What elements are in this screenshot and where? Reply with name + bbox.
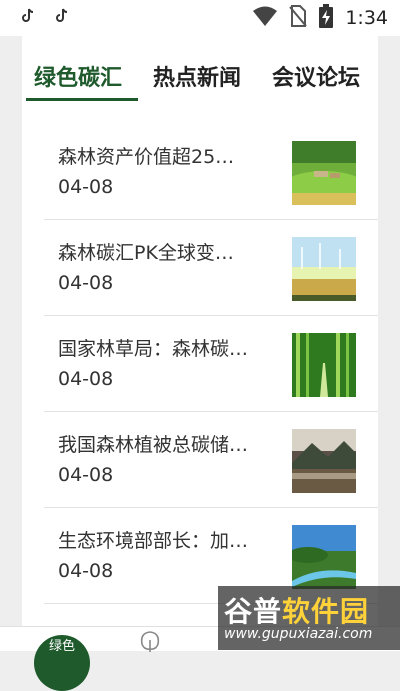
list-item[interactable]: 国家林草局：森林碳… 04-08 bbox=[44, 316, 378, 412]
news-thumbnail bbox=[292, 237, 356, 301]
news-date: 04-08 bbox=[58, 368, 114, 390]
tab-conference-forum[interactable]: 会议论坛 bbox=[272, 60, 360, 92]
status-bar: 1:34 bbox=[0, 0, 400, 36]
news-title: 森林碳汇PK全球变… bbox=[58, 242, 234, 264]
tiktok-icon bbox=[20, 8, 36, 28]
list-item[interactable]: 我国森林植被总碳储… 04-08 bbox=[44, 412, 378, 508]
watermark-logo-accent: 软件园 bbox=[282, 595, 370, 628]
news-title: 森林资产价值超25… bbox=[58, 146, 235, 168]
list-item[interactable]: 森林碳汇PK全球变… 04-08 bbox=[44, 220, 378, 316]
nav-home-button[interactable]: 绿色 bbox=[34, 635, 90, 691]
status-time: 1:34 bbox=[345, 7, 388, 29]
tab-hot-news[interactable]: 热点新闻 bbox=[153, 60, 241, 92]
news-list: 森林资产价值超25… 04-08 森林碳汇PK全球变… 04-08 国家林草局：… bbox=[22, 124, 378, 604]
news-thumbnail bbox=[292, 141, 356, 205]
active-tab-indicator bbox=[26, 98, 138, 101]
watermark-logo-main: 谷普 bbox=[224, 595, 283, 628]
watermark-logo: 谷普软件园 www.gupuxiazai.com bbox=[218, 586, 400, 650]
news-thumbnail bbox=[292, 525, 356, 589]
wifi-icon bbox=[253, 6, 278, 30]
news-title: 国家林草局：森林碳… bbox=[58, 338, 249, 360]
tab-bar: 绿色碳汇 热点新闻 会议论坛 bbox=[22, 36, 378, 108]
tiktok-icon bbox=[54, 8, 70, 28]
list-item[interactable]: 森林资产价值超25… 04-08 bbox=[44, 124, 378, 220]
news-date: 04-08 bbox=[58, 560, 114, 582]
news-date: 04-08 bbox=[58, 176, 114, 198]
tab-green-carbon[interactable]: 绿色碳汇 bbox=[34, 60, 122, 92]
news-date: 04-08 bbox=[58, 464, 114, 486]
battery-charging-icon bbox=[319, 4, 334, 32]
no-sim-icon bbox=[289, 5, 308, 31]
content-card: 绿色碳汇 热点新闻 会议论坛 森林资产价值超25… 04-08 森林碳汇PK全球… bbox=[22, 36, 378, 626]
news-thumbnail bbox=[292, 429, 356, 493]
tree-icon[interactable] bbox=[133, 630, 167, 656]
watermark-url: www.gupuxiazai.com bbox=[224, 626, 373, 642]
news-title: 我国森林植被总碳储… bbox=[58, 434, 249, 456]
news-title: 生态环境部部长：加… bbox=[58, 530, 249, 552]
news-date: 04-08 bbox=[58, 272, 114, 294]
news-thumbnail bbox=[292, 333, 356, 397]
